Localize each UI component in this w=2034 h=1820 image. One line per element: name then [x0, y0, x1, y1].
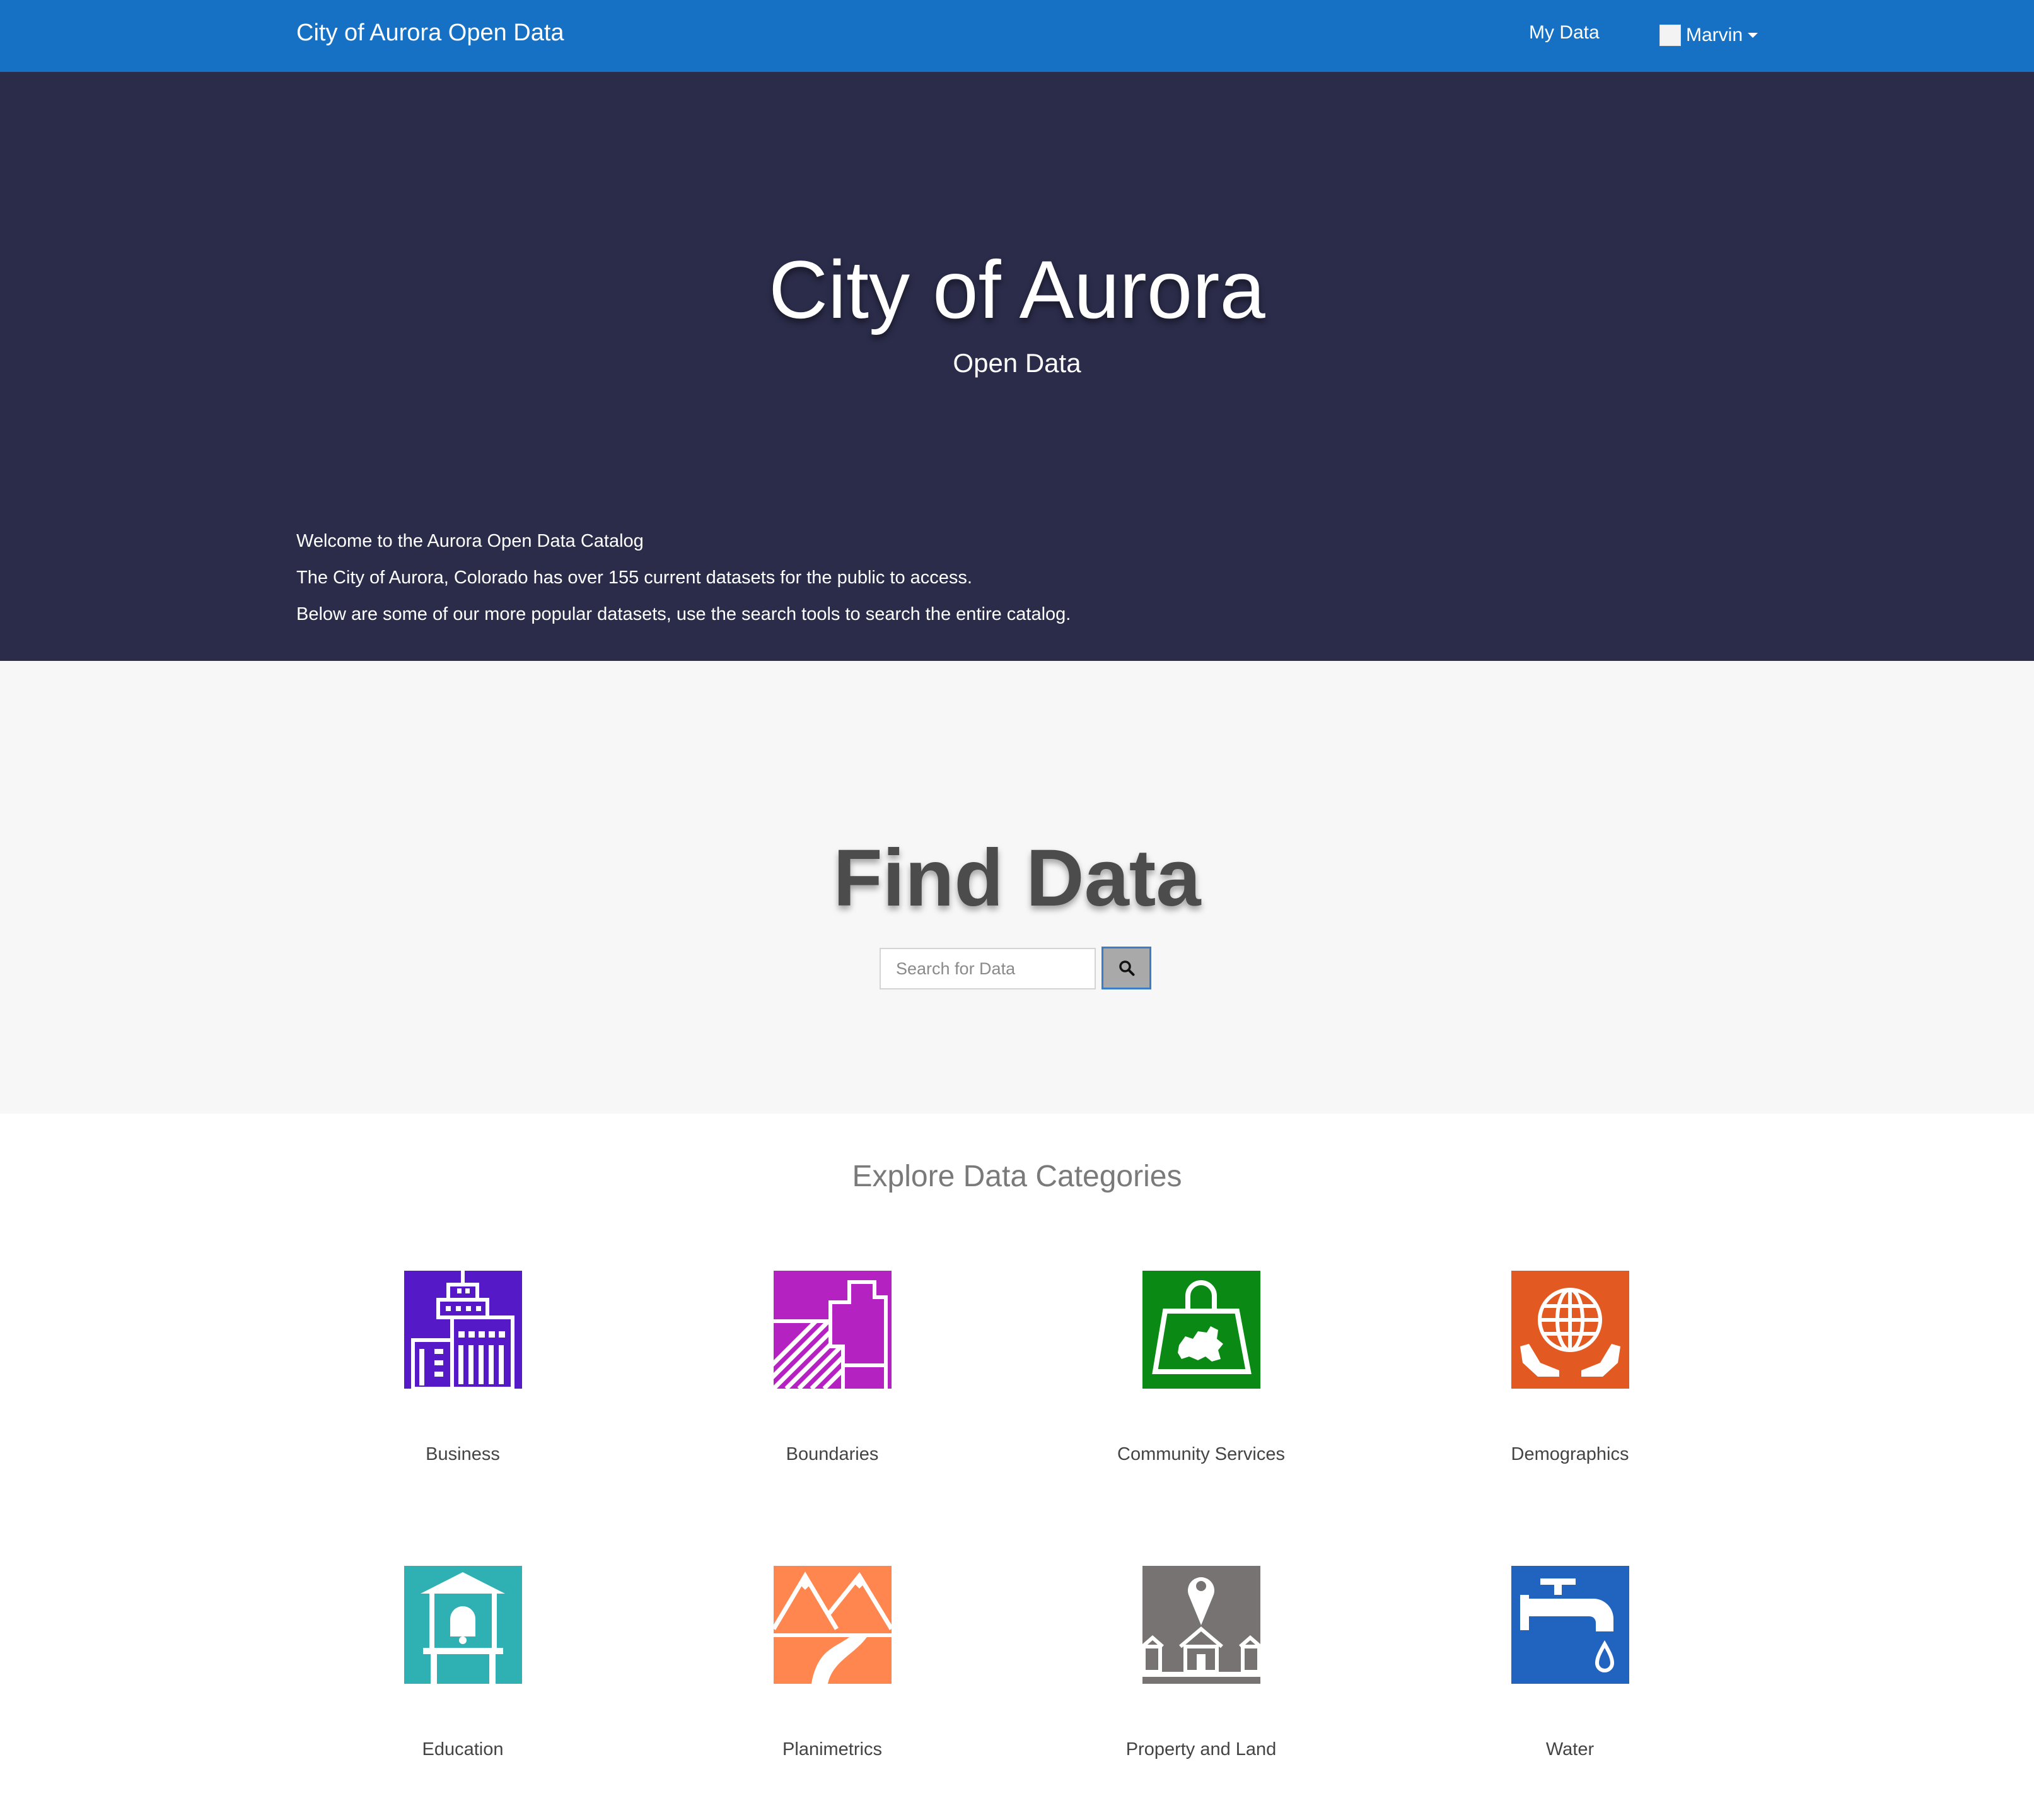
hero-title: City of Aurora	[769, 243, 1265, 335]
user-name: Marvin	[1686, 25, 1743, 45]
school-bell-icon	[404, 1566, 522, 1684]
avatar	[1659, 25, 1681, 46]
search-button[interactable]	[1101, 947, 1151, 989]
category-label: Education	[422, 1739, 504, 1759]
category-water[interactable]: Water	[1419, 1566, 1721, 1761]
category-property-and-land[interactable]: Property and Land	[1050, 1566, 1352, 1761]
hero-description: Welcome to the Aurora Open Data Catalog …	[296, 523, 1071, 633]
categories-title: Explore Data Categories	[852, 1160, 1182, 1193]
building-icon	[404, 1271, 522, 1389]
category-label: Property and Land	[1125, 1739, 1277, 1759]
hero-banner: City of Aurora Open Data Welcome to the …	[0, 72, 2034, 661]
top-navbar: City of Aurora Open Data My Data Marvin	[0, 0, 2034, 72]
category-education[interactable]: Education	[311, 1566, 614, 1761]
category-label: Business	[426, 1444, 500, 1464]
category-label: Demographics	[1511, 1444, 1629, 1464]
category-label: Planimetrics	[782, 1739, 882, 1759]
user-menu[interactable]: Marvin	[1659, 23, 1758, 48]
find-data-section: Find Data	[0, 661, 2034, 1114]
category-label: Water	[1545, 1739, 1595, 1759]
shopping-bag-icon	[1142, 1271, 1260, 1389]
mountains-road-icon	[773, 1566, 892, 1684]
chevron-down-icon	[1748, 33, 1758, 38]
find-data-title: Find Data	[833, 833, 1201, 923]
brand-link[interactable]: City of Aurora Open Data	[296, 18, 564, 48]
my-data-link[interactable]: My Data	[1529, 20, 1600, 45]
category-boundaries[interactable]: Boundaries	[681, 1271, 984, 1466]
faucet-icon	[1511, 1566, 1629, 1684]
category-planimetrics[interactable]: Planimetrics	[681, 1566, 984, 1761]
category-business[interactable]: Business	[311, 1271, 614, 1466]
hero-subtitle: Open Data	[953, 348, 1081, 378]
search-input[interactable]	[880, 948, 1096, 989]
hero-line: Below are some of our more popular datas…	[296, 604, 1071, 624]
search-icon	[1119, 960, 1134, 976]
category-label: Boundaries	[786, 1444, 879, 1464]
boundaries-icon	[773, 1271, 892, 1389]
hero-line: The City of Aurora, Colorado has over 15…	[296, 568, 972, 588]
hero-line: Welcome to the Aurora Open Data Catalog	[296, 531, 644, 551]
category-label: Community Services	[1117, 1444, 1285, 1464]
category-demographics[interactable]: Demographics	[1419, 1271, 1721, 1466]
houses-pin-icon	[1142, 1566, 1260, 1684]
category-community-services[interactable]: Community Services	[1050, 1271, 1352, 1466]
globe-hands-icon	[1511, 1271, 1629, 1389]
